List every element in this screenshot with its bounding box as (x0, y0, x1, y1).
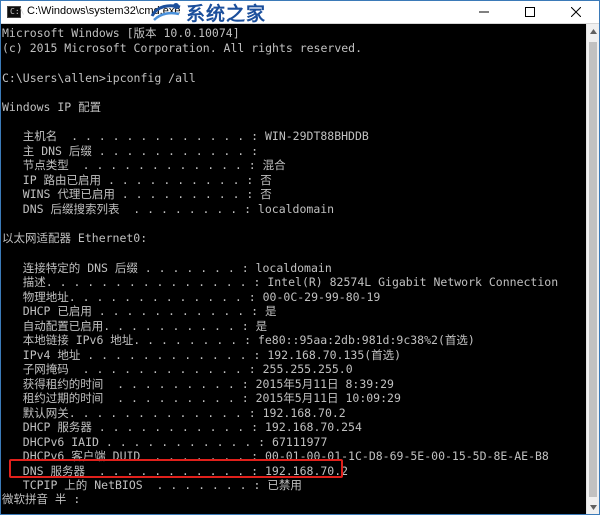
console-line: 获得租约的时间 . . . . . . . . . : 2015年5月11日 8… (2, 377, 394, 391)
cmd-app-icon: C:\ (7, 6, 24, 18)
scroll-up-button[interactable] (587, 24, 599, 38)
console-line: C:\Users\allen>ipconfig /all (2, 71, 196, 85)
console-line: DHCP 已启用 . . . . . . . . . . . : 是 (2, 304, 277, 318)
scrollbar-thumb[interactable] (589, 42, 597, 497)
chevron-up-icon (589, 28, 597, 34)
vertical-scrollbar[interactable] (586, 24, 599, 514)
console-line: TCPIP 上的 NetBIOS . . . . . . . : 已禁用 (2, 478, 302, 492)
console-line: DHCPv6 IAID . . . . . . . . . . . : 6711… (2, 435, 328, 449)
console-line: 默认网关. . . . . . . . . . . . . : 192.168.… (2, 406, 346, 420)
console-line: Windows IP 配置 (2, 100, 102, 114)
maximize-icon (525, 7, 535, 17)
console-line: WINS 代理已启用 . . . . . . . . . : 否 (2, 187, 272, 201)
watermark-text: 系统之家 (186, 2, 267, 25)
scroll-down-button[interactable] (587, 500, 599, 514)
console-line: 以太网适配器 Ethernet0: (2, 231, 148, 245)
console-line: 本地链接 IPv6 地址. . . . . . . . : fe80::95aa… (2, 333, 475, 347)
minimize-icon (479, 11, 489, 13)
console-line: 子网掩码 . . . . . . . . . . . . : 255.255.2… (2, 362, 353, 376)
console-line: 物理地址. . . . . . . . . . . . . : 00-0C-29… (2, 290, 381, 304)
console-line: Microsoft Windows [版本 10.0.10074] (2, 26, 240, 40)
chevron-down-icon (589, 504, 597, 510)
watermark: 系统之家 (149, 0, 266, 25)
console-output[interactable]: Microsoft Windows [版本 10.0.10074] (c) 20… (1, 24, 586, 514)
close-button[interactable] (553, 1, 599, 23)
console-line: 租约过期的时间 . . . . . . . . . : 2015年5月11日 1… (2, 391, 401, 405)
console-line: 连接特定的 DNS 后缀 . . . . . . . : localdomain (2, 261, 332, 275)
watermark-logo-icon (149, 1, 183, 23)
console-line: DHCP 服务器 . . . . . . . . . . . : 192.168… (2, 420, 362, 434)
console-line: 自动配置已启用. . . . . . . . . . : 是 (2, 319, 268, 333)
console-line: 节点类型 . . . . . . . . . . . . : 混合 (2, 158, 286, 172)
console-line: 描述. . . . . . . . . . . . . . . : Intel(… (2, 275, 559, 289)
dns-server-highlight-box (9, 459, 343, 478)
title-bar[interactable]: C:\ C:\Windows\system32\cmd.exe 系统之家 (1, 0, 599, 25)
ime-status: 微软拼音 半 : (2, 492, 81, 506)
console-line: 主机名 . . . . . . . . . . . . . : WIN-29DT… (2, 129, 369, 143)
console-line: DNS 后缀搜索列表 . . . . . . . . : localdomain (2, 202, 335, 216)
close-icon (571, 7, 581, 17)
minimize-button[interactable] (461, 1, 507, 23)
console-line: 主 DNS 后缀 . . . . . . . . . . . : (2, 144, 259, 158)
console-line: (c) 2015 Microsoft Corporation. All righ… (2, 41, 363, 55)
console-line: IPv4 地址 . . . . . . . . . . . . : 192.16… (2, 348, 402, 362)
maximize-button[interactable] (507, 1, 553, 23)
cmd-window: C:\ C:\Windows\system32\cmd.exe 系统之家 Mic… (0, 0, 600, 515)
console-line: IP 路由已启用 . . . . . . . . . . : 否 (2, 173, 272, 187)
